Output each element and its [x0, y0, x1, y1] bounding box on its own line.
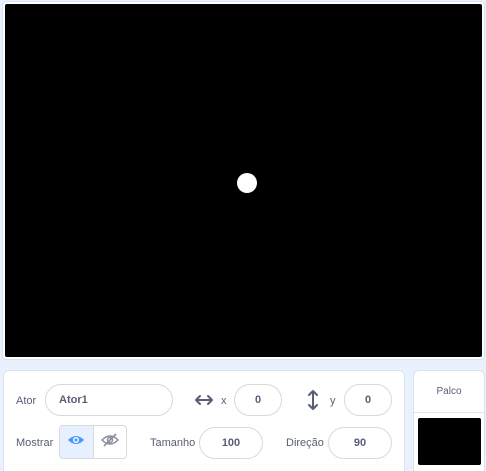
direction-input[interactable]: 90: [328, 427, 392, 459]
sprite-info-panel: Ator Ator1 x 0 y 0 Mostrar Tamanho 100 D…: [3, 370, 405, 471]
stage-selector-title: Palco: [414, 371, 484, 413]
visibility-toggle: [59, 425, 127, 459]
direction-label: Direção: [286, 437, 324, 449]
y-label: y: [330, 395, 336, 407]
stage-thumbnail[interactable]: [418, 418, 481, 465]
scratch-stage-area: Ator Ator1 x 0 y 0 Mostrar Tamanho 100 D…: [0, 0, 486, 471]
y-input[interactable]: 0: [344, 384, 392, 416]
sprite-name-input[interactable]: Ator1: [45, 384, 173, 416]
sprite-ator1[interactable]: [237, 173, 257, 193]
show-label: Mostrar: [16, 437, 54, 449]
stage-frame: [2, 1, 485, 360]
horizontal-arrows-icon: [194, 391, 214, 414]
size-input[interactable]: 100: [199, 427, 263, 459]
eye-slash-icon: [100, 432, 119, 453]
show-button[interactable]: [60, 426, 94, 458]
size-label: Tamanho: [150, 437, 196, 449]
hide-button[interactable]: [94, 426, 127, 458]
stage-selector[interactable]: Palco: [413, 370, 485, 471]
vertical-arrows-icon: [304, 389, 322, 416]
x-label: x: [221, 395, 227, 407]
eye-icon: [67, 433, 85, 451]
stage-canvas[interactable]: [5, 4, 482, 357]
x-input[interactable]: 0: [234, 384, 282, 416]
sprite-label: Ator: [16, 395, 37, 407]
